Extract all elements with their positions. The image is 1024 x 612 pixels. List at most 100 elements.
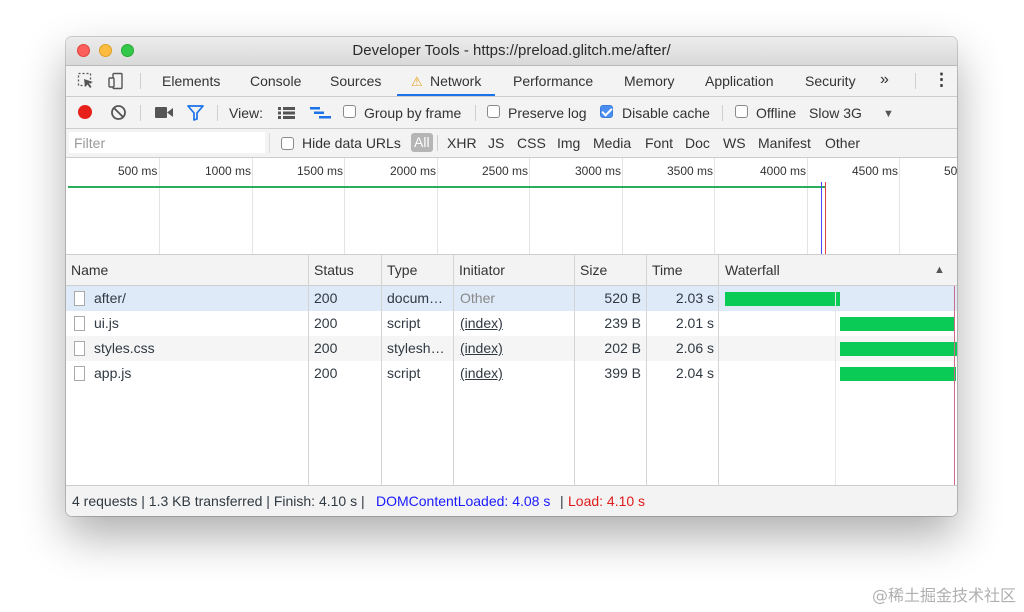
title-bar: Developer Tools - https://preload.glitch… bbox=[66, 37, 957, 66]
column-status[interactable]: Status bbox=[314, 262, 354, 278]
status-separator: | bbox=[560, 493, 564, 509]
clear-icon[interactable] bbox=[110, 104, 127, 121]
overview-waterfall-icon[interactable] bbox=[310, 107, 331, 119]
record-icon[interactable] bbox=[77, 104, 93, 120]
column-divider[interactable] bbox=[308, 255, 309, 485]
tab-memory[interactable]: Memory bbox=[624, 73, 675, 89]
filter-type-img[interactable]: Img bbox=[557, 135, 580, 151]
filter-type-doc[interactable]: Doc bbox=[685, 135, 710, 151]
chevron-down-icon[interactable]: ▼ bbox=[883, 108, 894, 120]
filter-icon[interactable] bbox=[187, 105, 204, 121]
divider bbox=[140, 73, 141, 89]
request-status: 200 bbox=[314, 315, 338, 331]
column-name[interactable]: Name bbox=[71, 262, 108, 278]
column-divider[interactable] bbox=[718, 255, 719, 485]
request-initiator-link[interactable]: (index) bbox=[460, 340, 503, 356]
load-marker-line bbox=[954, 286, 955, 485]
load-marker bbox=[825, 182, 826, 254]
overview-tick-label: 1500 ms bbox=[297, 164, 344, 178]
tab-elements[interactable]: Elements bbox=[162, 73, 220, 89]
network-overview[interactable]: 500 ms 1000 ms 1500 ms 2000 ms 2500 ms 3… bbox=[66, 158, 957, 255]
table-row[interactable]: ui.js 200 script (index) 239 B 2.01 s bbox=[66, 311, 957, 336]
status-bar: 4 requests | 1.3 KB transferred | Finish… bbox=[66, 485, 957, 516]
overview-tick-label: 500 ms bbox=[118, 164, 158, 178]
overview-tick-label: 50 bbox=[944, 164, 957, 178]
column-divider[interactable] bbox=[453, 255, 454, 485]
request-type: docum… bbox=[387, 290, 444, 306]
table-row[interactable]: styles.css 200 stylesh… (index) 202 B 2.… bbox=[66, 336, 957, 361]
column-time[interactable]: Time bbox=[652, 262, 683, 278]
overview-gridline bbox=[437, 158, 438, 254]
large-rows-icon[interactable] bbox=[278, 107, 295, 119]
tab-console[interactable]: Console bbox=[250, 73, 301, 89]
request-size: 399 B bbox=[604, 365, 641, 381]
overview-gridline bbox=[159, 158, 160, 254]
waterfall-bar[interactable] bbox=[840, 367, 956, 381]
filter-type-js[interactable]: JS bbox=[488, 135, 504, 151]
filter-type-all[interactable]: All bbox=[411, 133, 433, 152]
request-initiator-link[interactable]: (index) bbox=[460, 315, 503, 331]
tab-network[interactable]: Network bbox=[430, 73, 481, 89]
request-status: 200 bbox=[314, 290, 338, 306]
divider bbox=[269, 133, 270, 153]
filter-type-other[interactable]: Other bbox=[825, 135, 860, 151]
filter-type-ws[interactable]: WS bbox=[723, 135, 746, 151]
device-toolbar-icon[interactable] bbox=[107, 72, 125, 90]
column-divider[interactable] bbox=[574, 255, 575, 485]
filter-type-xhr[interactable]: XHR bbox=[447, 135, 477, 151]
capture-screenshots-icon[interactable] bbox=[155, 106, 173, 119]
throttling-select[interactable]: Slow 3G bbox=[809, 105, 862, 121]
request-type: stylesh… bbox=[387, 340, 445, 356]
document-icon bbox=[74, 341, 85, 356]
requests-table: Name Status Type Initiator Size Time Wat… bbox=[66, 255, 957, 485]
divider bbox=[437, 135, 438, 151]
request-size: 202 B bbox=[604, 340, 641, 356]
divider bbox=[722, 105, 723, 121]
request-type: script bbox=[387, 365, 421, 381]
hide-data-urls-label: Hide data URLs bbox=[302, 135, 401, 151]
active-tab-indicator bbox=[397, 94, 495, 96]
request-initiator-link[interactable]: (index) bbox=[460, 365, 503, 381]
offline-checkbox[interactable] bbox=[735, 105, 748, 118]
column-size[interactable]: Size bbox=[580, 262, 607, 278]
inspect-element-icon[interactable] bbox=[77, 72, 95, 90]
filter-type-font[interactable]: Font bbox=[645, 135, 673, 151]
filter-type-manifest[interactable]: Manifest bbox=[758, 135, 811, 151]
waterfall-bar[interactable] bbox=[725, 292, 840, 306]
tab-security[interactable]: Security bbox=[805, 73, 856, 89]
settings-menu-icon[interactable]: ⋮ bbox=[933, 70, 950, 90]
column-waterfall[interactable]: Waterfall bbox=[725, 262, 780, 278]
filter-type-css[interactable]: CSS bbox=[517, 135, 546, 151]
preserve-log-checkbox[interactable] bbox=[487, 105, 500, 118]
hide-data-urls-checkbox[interactable] bbox=[281, 137, 294, 150]
overview-gridline bbox=[807, 158, 808, 254]
waterfall-gridline bbox=[835, 286, 836, 485]
overview-tick-label: 3000 ms bbox=[575, 164, 622, 178]
group-by-frame-checkbox[interactable] bbox=[343, 105, 356, 118]
table-row[interactable]: after/ 200 docum… Other 520 B 2.03 s bbox=[66, 286, 957, 311]
waterfall-bar[interactable] bbox=[840, 317, 954, 331]
sort-ascending-icon[interactable]: ▲ bbox=[934, 264, 945, 276]
column-divider[interactable] bbox=[646, 255, 647, 485]
table-row[interactable]: app.js 200 script (index) 399 B 2.04 s bbox=[66, 361, 957, 386]
column-divider[interactable] bbox=[381, 255, 382, 485]
disable-cache-checkbox[interactable] bbox=[600, 105, 613, 118]
tab-performance[interactable]: Performance bbox=[513, 73, 593, 89]
window-title: Developer Tools - https://preload.glitch… bbox=[352, 42, 671, 59]
filter-input[interactable] bbox=[69, 132, 265, 153]
filter-type-media[interactable]: Media bbox=[593, 135, 631, 151]
waterfall-bar[interactable] bbox=[840, 342, 957, 356]
column-type[interactable]: Type bbox=[387, 262, 417, 278]
column-initiator[interactable]: Initiator bbox=[459, 262, 505, 278]
dom-content-loaded-time: DOMContentLoaded: 4.08 s bbox=[376, 493, 551, 509]
more-tabs-button[interactable]: » bbox=[880, 71, 889, 89]
preserve-log-label: Preserve log bbox=[508, 105, 587, 121]
request-name[interactable]: styles.css bbox=[94, 340, 304, 356]
group-by-frame-label: Group by frame bbox=[364, 105, 462, 121]
tab-sources[interactable]: Sources bbox=[330, 73, 381, 89]
tab-application[interactable]: Application bbox=[705, 73, 774, 89]
request-name[interactable]: ui.js bbox=[94, 315, 304, 331]
request-name[interactable]: app.js bbox=[94, 365, 304, 381]
request-name[interactable]: after/ bbox=[94, 290, 304, 306]
request-initiator: Other bbox=[460, 290, 496, 306]
